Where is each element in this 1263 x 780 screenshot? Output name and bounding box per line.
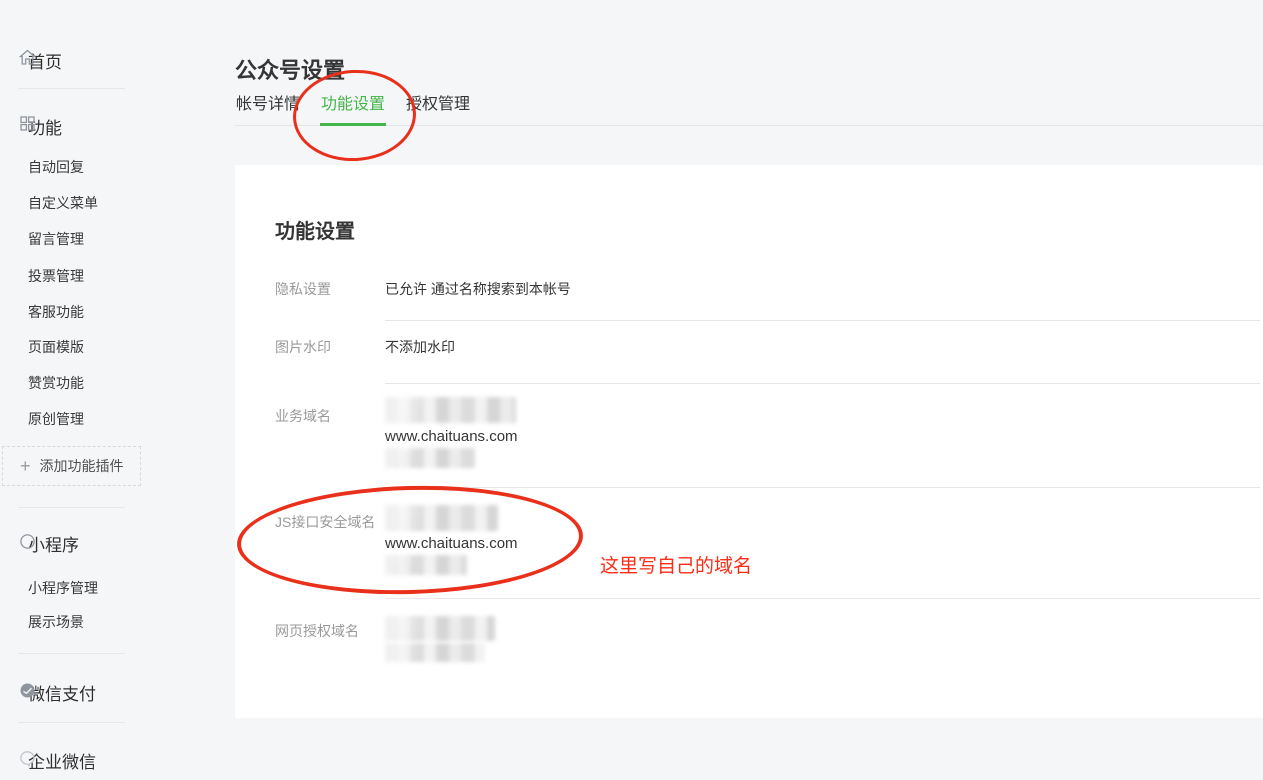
wechat-mp-settings-page: { "colors": { "brand_green": "#44b549", …	[0, 0, 1263, 780]
redacted-text	[385, 505, 498, 531]
sidebar-divider	[18, 88, 125, 89]
function-settings-card: 功能设置 隐私设置 已允许 通过名称搜索到本帐号 图片水印 不添加水印 业务域名…	[235, 165, 1263, 718]
page-title: 公众号设置	[235, 53, 345, 85]
sidebar-divider	[18, 653, 125, 654]
js-safe-domain-value: www.chaituans.com	[385, 535, 518, 552]
redacted-text	[385, 397, 516, 423]
row-divider	[385, 487, 1260, 488]
sidebar-item-wechat-pay[interactable]: 微信支付	[28, 680, 96, 705]
sidebar-item-label: 企业微信	[28, 753, 96, 772]
sidebar-item-miniprogram-management[interactable]: 小程序管理	[28, 578, 98, 598]
js-safe-domain-label: JS接口安全域名	[275, 512, 375, 532]
sidebar-item-work-wechat[interactable]: 企业微信	[28, 748, 96, 773]
wechatpay-icon	[19, 682, 36, 699]
sidebar-item-vote-management[interactable]: 投票管理	[28, 266, 84, 286]
sidebar-item-page-template[interactable]: 页面模版	[28, 337, 84, 357]
redacted-text	[385, 616, 495, 641]
web-auth-domain-label: 网页授权域名	[275, 621, 359, 641]
sidebar-item-reward-function[interactable]: 赞赏功能	[28, 373, 84, 393]
sidebar-item-original-management[interactable]: 原创管理	[28, 409, 84, 429]
annotation-note: 这里写自己的域名	[600, 551, 752, 578]
row-divider	[385, 598, 1260, 599]
add-plugin-button[interactable]: + 添加功能插件	[2, 446, 141, 486]
plus-icon: +	[20, 457, 31, 475]
image-watermark-value: 不添加水印	[385, 337, 455, 357]
sidebar-item-customer-service[interactable]: 客服功能	[28, 302, 84, 322]
sidebar-item-home[interactable]: 首页	[28, 48, 62, 73]
redacted-text	[385, 643, 485, 662]
miniprogram-icon	[19, 533, 36, 550]
redacted-text	[385, 448, 475, 468]
card-heading: 功能设置	[275, 215, 355, 244]
home-icon	[19, 49, 36, 66]
row-divider	[385, 320, 1260, 321]
sidebar-divider	[18, 507, 125, 508]
business-domain-label: 业务域名	[275, 406, 331, 426]
settings-tabs: 帐号详情 功能设置 授权管理	[235, 96, 471, 126]
row-divider	[385, 383, 1260, 384]
sidebar-item-miniprogram[interactable]: 小程序	[28, 531, 79, 556]
tab-account-details[interactable]: 帐号详情	[235, 96, 301, 126]
work-wechat-icon	[19, 750, 36, 767]
image-watermark-label: 图片水印	[275, 337, 331, 357]
sidebar-item-display-scene[interactable]: 展示场景	[28, 612, 84, 632]
sidebar: 首页 功能 自动回复 自定义菜单 留言管理 投票管理 客服功能 页面模版 赞赏功…	[0, 0, 208, 780]
business-domain-value: www.chaituans.com	[385, 428, 518, 445]
sidebar-item-custom-menu[interactable]: 自定义菜单	[28, 193, 98, 213]
tab-function-settings[interactable]: 功能设置	[320, 96, 386, 126]
sidebar-item-label: 微信支付	[28, 685, 96, 704]
privacy-setting-value: 已允许 通过名称搜索到本帐号	[385, 279, 571, 299]
sidebar-divider	[18, 722, 125, 723]
redacted-text	[385, 555, 467, 575]
sidebar-item-functions[interactable]: 功能	[28, 114, 62, 139]
sidebar-item-auto-reply[interactable]: 自动回复	[28, 157, 84, 177]
privacy-setting-label: 隐私设置	[275, 279, 331, 299]
add-plugin-label: 添加功能插件	[40, 456, 124, 476]
sidebar-item-message-management[interactable]: 留言管理	[28, 229, 84, 249]
tab-authorization-management[interactable]: 授权管理	[405, 96, 471, 126]
grid-icon	[19, 115, 36, 132]
